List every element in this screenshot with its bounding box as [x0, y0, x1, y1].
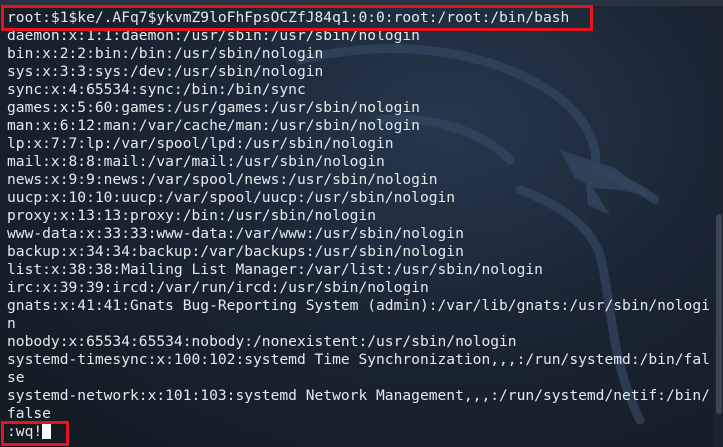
passwd-line-mail: mail:x:8:8:mail:/var/mail:/usr/sbin/nolo… [7, 153, 385, 170]
passwd-line-bin: bin:x:2:2:bin:/bin:/usr/sbin/nologin [7, 45, 324, 62]
passwd-line-systemd-timesync-wrap: se [7, 369, 25, 386]
passwd-line-sync: sync:x:4:65534:sync:/bin:/bin/sync [7, 81, 306, 98]
terminal-output: root:$1$ke/.AFq7$ykvmZ9loFhFpsOCZfJ84q1:… [7, 9, 723, 441]
passwd-line-gnats: gnats:x:41:41:Gnats Bug-Reporting System… [7, 297, 710, 314]
passwd-line-systemd-network-wrap: false [7, 405, 51, 422]
passwd-line-man: man:x:6:12:man:/var/cache/man:/usr/sbin/… [7, 117, 420, 134]
passwd-line-irc: irc:x:39:39:ircd:/var/run/ircd:/usr/sbin… [7, 279, 429, 296]
passwd-line-www-data: www-data:x:33:33:www-data:/var/www:/usr/… [7, 225, 464, 242]
passwd-line-systemd-timesync: systemd-timesync:x:100:102:systemd Time … [7, 351, 710, 368]
passwd-line-games: games:x:5:60:games:/usr/games:/usr/sbin/… [7, 99, 420, 116]
passwd-line-backup: backup:x:34:34:backup:/var/backups:/usr/… [7, 243, 464, 260]
passwd-line-gnats-wrap: n [7, 315, 16, 332]
passwd-line-systemd-network: systemd-network:x:101:103:systemd Networ… [7, 387, 710, 404]
terminal-window: root:$1$ke/.AFq7$ykvmZ9loFhFpsOCZfJ84q1:… [0, 0, 723, 447]
vim-command-line[interactable]: :wq! [7, 423, 723, 441]
passwd-line-list: list:x:38:38:Mailing List Manager:/var/l… [7, 261, 543, 278]
passwd-line-lp: lp:x:7:7:lp:/var/spool/lpd:/usr/sbin/nol… [7, 135, 394, 152]
passwd-line-sys: sys:x:3:3:sys:/dev:/usr/sbin/nologin [7, 63, 324, 80]
command-highlight-box [1, 421, 69, 446]
root-line-highlight-box [1, 5, 593, 31]
passwd-line-proxy: proxy:x:13:13:proxy:/bin:/usr/sbin/nolog… [7, 207, 377, 224]
passwd-line-nobody: nobody:x:65534:65534:nobody:/nonexistent… [7, 333, 517, 350]
passwd-line-uucp: uucp:x:10:10:uucp:/var/spool/uucp:/usr/s… [7, 189, 456, 206]
passwd-line-news: news:x:9:9:news:/var/spool/news:/usr/sbi… [7, 171, 438, 188]
